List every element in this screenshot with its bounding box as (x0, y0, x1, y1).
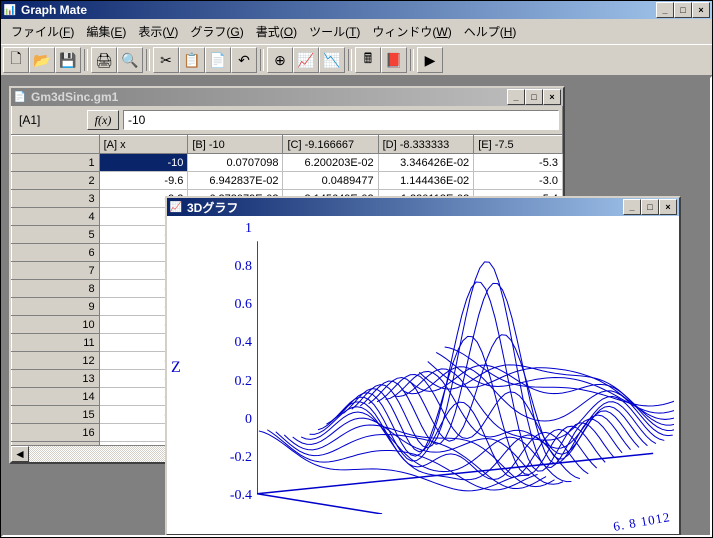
formula-input[interactable] (123, 110, 559, 130)
mdi-area: 📄 Gm3dSinc.gm1 _ □ × [A1] f(x) [A] x[B] … (1, 76, 712, 537)
graph2d-icon[interactable]: ⊕ (267, 47, 293, 73)
cell[interactable]: 0.0707098 (188, 154, 283, 172)
plot-title: 3Dグラフ (187, 199, 623, 216)
book-icon[interactable]: 📕 (381, 47, 407, 73)
plot-maximize-button[interactable]: □ (641, 199, 659, 215)
row-header[interactable]: 15 (12, 406, 100, 424)
z-tick: 0.2 (235, 374, 253, 390)
formula-bar: [A1] f(x) (11, 106, 563, 134)
sheet-title: Gm3dSinc.gm1 (31, 90, 507, 104)
main-titlebar[interactable]: 📊 Graph Mate _ □ × (1, 1, 712, 19)
col-header[interactable]: [C] -9.166667 (283, 136, 378, 154)
plot-titlebar[interactable]: 📈 3Dグラフ _ □ × (167, 198, 679, 216)
print-preview-icon[interactable]: 🔍 (117, 47, 143, 73)
sheet-maximize-button[interactable]: □ (525, 89, 543, 105)
sheet-close-button[interactable]: × (543, 89, 561, 105)
new-icon[interactable]: 🗋 (3, 47, 29, 73)
corner-header[interactable] (12, 136, 100, 154)
minimize-button[interactable]: _ (656, 2, 674, 18)
menubar: ファイル(F)編集(E)表示(V)グラフ(G)書式(O)ツール(T)ウィンドウ(… (1, 19, 712, 44)
undo-icon[interactable]: ↶ (231, 47, 257, 73)
cell[interactable]: 6.200203E-02 (283, 154, 378, 172)
z-tick: -0.4 (230, 488, 252, 504)
row-header[interactable]: 2 (12, 172, 100, 190)
app-title: Graph Mate (21, 3, 656, 17)
z-tick: 0 (245, 412, 252, 428)
sheet-titlebar[interactable]: 📄 Gm3dSinc.gm1 _ □ × (11, 88, 563, 106)
maximize-button[interactable]: □ (674, 2, 692, 18)
paste-icon[interactable]: 📄 (205, 47, 231, 73)
cell[interactable]: -9.6 (99, 172, 188, 190)
col-header[interactable]: [A] x (99, 136, 188, 154)
row-header[interactable]: 5 (12, 226, 100, 244)
main-window: 📊 Graph Mate _ □ × ファイル(F)編集(E)表示(V)グラフ(… (0, 0, 713, 538)
plot-minimize-button[interactable]: _ (623, 199, 641, 215)
row-header[interactable]: 10 (12, 316, 100, 334)
col-header[interactable]: [B] -10 (188, 136, 283, 154)
graph-line-icon[interactable]: 📈 (293, 47, 319, 73)
plot-icon: 📈 (169, 200, 183, 214)
row-header[interactable]: 6 (12, 244, 100, 262)
sheet-icon: 📄 (13, 90, 27, 104)
row-header[interactable]: 13 (12, 370, 100, 388)
plot-canvas[interactable]: Z 10.80.60.40.20-0.2-0.4 6. 8 1012 (167, 216, 679, 534)
z-tick: -0.2 (230, 450, 252, 466)
row-header[interactable]: 7 (12, 262, 100, 280)
z-axis-ticks: 1 0.8 0.6 0.4 0.2 0 -0.2 -0.4 (192, 221, 252, 504)
menu-o[interactable]: 書式(O) (250, 21, 303, 42)
print-icon[interactable]: 🖨 (91, 47, 117, 73)
cell[interactable]: 3.346426E-02 (378, 154, 474, 172)
toolbar: 🗋📂💾 🖨🔍 ✂📋📄↶ ⊕📈📉 🖩📕 ▶ (1, 44, 712, 76)
row-header[interactable]: 16 (12, 424, 100, 442)
sinc-wireframe (257, 221, 674, 514)
app-icon: 📊 (3, 3, 17, 17)
graph3d-icon[interactable]: 📉 (319, 47, 345, 73)
menu-h[interactable]: ヘルプ(H) (458, 21, 523, 42)
row-header[interactable]: 12 (12, 352, 100, 370)
z-tick: 1 (245, 221, 252, 237)
cell[interactable]: 0.0489477 (283, 172, 378, 190)
fx-button[interactable]: f(x) (87, 110, 119, 130)
cell[interactable]: -5.3 (474, 154, 563, 172)
menu-w[interactable]: ウィンドウ(W) (366, 21, 457, 42)
menu-e[interactable]: 編集(E) (80, 21, 132, 42)
run-icon[interactable]: ▶ (417, 47, 443, 73)
z-tick: 0.8 (235, 259, 253, 275)
cell[interactable]: -10 (99, 154, 188, 172)
z-axis-label: Z (171, 359, 181, 377)
close-button[interactable]: × (692, 2, 710, 18)
col-header[interactable]: [E] -7.5 (474, 136, 563, 154)
row-header[interactable]: 4 (12, 208, 100, 226)
row-header[interactable]: 8 (12, 280, 100, 298)
row-header[interactable]: 14 (12, 388, 100, 406)
cell[interactable]: -3.0 (474, 172, 563, 190)
plot-close-button[interactable]: × (659, 199, 677, 215)
cell-reference: [A1] (15, 111, 83, 129)
z-tick: 0.4 (235, 335, 253, 351)
sheet-minimize-button[interactable]: _ (507, 89, 525, 105)
z-tick: 0.6 (235, 297, 253, 313)
row-header[interactable]: 11 (12, 334, 100, 352)
row-header[interactable]: 9 (12, 298, 100, 316)
save-icon[interactable]: 💾 (55, 47, 81, 73)
cell[interactable]: 1.144436E-02 (378, 172, 474, 190)
menu-f[interactable]: ファイル(F) (5, 21, 80, 42)
calc-icon[interactable]: 🖩 (355, 47, 381, 73)
cell[interactable]: 6.942837E-02 (188, 172, 283, 190)
cut-icon[interactable]: ✂ (153, 47, 179, 73)
row-header[interactable]: 3 (12, 190, 100, 208)
col-header[interactable]: [D] -8.333333 (378, 136, 474, 154)
open-icon[interactable]: 📂 (29, 47, 55, 73)
plot-window: 📈 3Dグラフ _ □ × Z 10.80.60.40.20-0.2-0.4 6… (165, 196, 681, 536)
menu-v[interactable]: 表示(V) (132, 21, 184, 42)
menu-t[interactable]: ツール(T) (303, 21, 366, 42)
row-header[interactable]: 1 (12, 154, 100, 172)
menu-g[interactable]: グラフ(G) (184, 21, 249, 42)
copy-icon[interactable]: 📋 (179, 47, 205, 73)
